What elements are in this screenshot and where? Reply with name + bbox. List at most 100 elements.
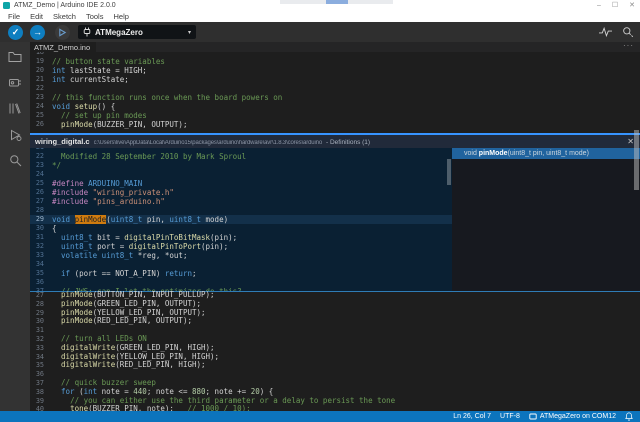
line-number: 25 — [30, 179, 52, 188]
upload-icon: → — [33, 27, 42, 37]
code-line[interactable]: 31 uint8_t bit = digitalPinToBitMask(pin… — [30, 233, 452, 242]
activity-bar — [0, 42, 30, 411]
window-title: ATMZ_Demo | Arduino IDE 2.0.0 — [14, 2, 116, 9]
menu-tools[interactable]: Tools — [81, 12, 109, 21]
maximize-button[interactable]: ☐ — [612, 0, 618, 11]
peek-code-pane[interactable]: 2122 Modified 28 September 2010 by Mark … — [30, 148, 452, 291]
code-line[interactable]: 30 pinMode(RED_LED_PIN, OUTPUT); — [30, 317, 640, 326]
menu-help[interactable]: Help — [108, 12, 133, 21]
serial-monitor-button[interactable] — [622, 26, 634, 38]
minimize-button[interactable]: – — [597, 0, 601, 11]
notifications-bell-icon[interactable] — [625, 412, 633, 421]
code-line[interactable]: 24 — [30, 170, 452, 179]
line-number: 29 — [30, 309, 52, 318]
menu-sketch[interactable]: Sketch — [48, 12, 81, 21]
line-number: 35 — [30, 361, 52, 370]
line-number: 28 — [30, 206, 52, 215]
line-number: 24 — [30, 102, 52, 111]
cursor-position[interactable]: Ln 26, Col 7 — [453, 413, 491, 420]
titlebar: ATMZ_Demo | Arduino IDE 2.0.0 – ☐ ✕ — [0, 0, 640, 11]
code-line[interactable]: 22 — [30, 84, 640, 93]
arduino-app-icon — [3, 2, 10, 9]
serial-plotter-button[interactable] — [599, 26, 612, 38]
code-line[interactable]: 29void pinMode(uint8_t pin, uint8_t mode… — [30, 215, 452, 224]
line-number: 26 — [30, 120, 52, 129]
peek-close-icon[interactable]: ✕ — [627, 136, 634, 147]
more-actions-icon[interactable]: ··· — [623, 41, 634, 51]
definition-post: (uint8_t pin, uint8_t mode) — [508, 150, 589, 157]
tab-atmz-demo[interactable]: ATMZ_Demo.ino — [30, 42, 96, 52]
code-line[interactable]: 27#include "pins_arduino.h" — [30, 197, 452, 206]
editor-scrollbar-thumb[interactable] — [634, 130, 639, 190]
code-line[interactable]: 23*/ — [30, 161, 452, 170]
verify-icon: ✓ — [12, 27, 20, 38]
encoding-indicator[interactable]: UTF-8 — [500, 413, 520, 420]
code-line[interactable]: 30{ — [30, 224, 452, 233]
sidebar-item-sketchbook[interactable] — [8, 49, 23, 64]
line-number: 35 — [30, 269, 52, 278]
code-line[interactable]: 35 digitalWrite(RED_LED_PIN, HIGH); — [30, 361, 640, 370]
chevron-down-icon: ▾ — [188, 29, 191, 36]
code-line[interactable]: 32 uint8_t port = digitalPinToPort(pin); — [30, 242, 452, 251]
debug-button[interactable] — [55, 25, 70, 40]
code-line[interactable]: 21int currentState; — [30, 75, 640, 84]
code-line[interactable]: 25 // set up pin modes — [30, 111, 640, 120]
line-number: 32 — [30, 335, 52, 344]
definition-match: pinMode — [479, 150, 508, 157]
code-line[interactable]: 33 volatile uint8_t *reg, *out; — [30, 251, 452, 260]
line-number: 22 — [30, 84, 52, 93]
menu-edit[interactable]: Edit — [25, 12, 48, 21]
upload-button[interactable]: → — [30, 25, 45, 40]
definition-pre: void — [464, 150, 479, 157]
line-number: 34 — [30, 353, 52, 362]
peek-scrollbar-thumb[interactable] — [447, 159, 451, 185]
board-port-label: ATMegaZero on COM12 — [540, 413, 616, 420]
line-number: 29 — [30, 215, 52, 224]
peek-header: wiring_digital.c c:\Users\live\AppData\L… — [30, 135, 640, 148]
sidebar-item-search[interactable] — [8, 153, 23, 168]
code-line[interactable]: 25#define ARDUINO_MAIN — [30, 179, 452, 188]
verify-button[interactable]: ✓ — [8, 25, 23, 40]
line-number: 38 — [30, 388, 52, 397]
code-line[interactable]: 24void setup() { — [30, 102, 640, 111]
code-line[interactable]: 19// button state variables — [30, 57, 640, 66]
line-number: 20 — [30, 66, 52, 75]
line-number: 28 — [30, 300, 52, 309]
code-line[interactable]: 34 — [30, 260, 452, 269]
peek-editor-lines: 2122 Modified 28 September 2010 by Mark … — [30, 148, 452, 291]
peek-title-meta: - Definitions (1) — [326, 139, 370, 146]
code-line[interactable]: 23// this function runs once when the bo… — [30, 93, 640, 102]
menu-file[interactable]: File — [3, 12, 25, 21]
line-number: 21 — [30, 75, 52, 84]
line-number: 19 — [30, 57, 52, 66]
line-number: 23 — [30, 161, 52, 170]
code-editor[interactable]: 1819// button state variables20int lastS… — [30, 52, 640, 411]
sidebar-item-boards-manager[interactable] — [8, 75, 23, 90]
board-selector-dropdown[interactable]: ATMegaZero ▾ — [78, 25, 196, 39]
code-line[interactable]: 26#include "wiring_private.h" — [30, 188, 452, 197]
line-number: 27 — [30, 197, 52, 206]
code-line[interactable]: 36 — [30, 278, 452, 287]
sidebar-item-debug[interactable] — [8, 127, 23, 142]
tab-bar: ATMZ_Demo.ino ··· — [30, 42, 640, 52]
line-number: 25 — [30, 111, 52, 120]
menubar: FileEditSketchToolsHelp — [0, 11, 640, 22]
code-line[interactable]: 20int lastState = HIGH; — [30, 66, 640, 75]
line-number: 31 — [30, 233, 52, 242]
board-port-indicator[interactable]: ATMegaZero on COM12 — [529, 413, 616, 420]
sidebar-item-library-manager[interactable] — [8, 101, 23, 116]
background-window-strip-highlight — [326, 0, 348, 4]
close-button[interactable]: ✕ — [629, 0, 635, 11]
definition-list-item[interactable]: void pinMode(uint8_t pin, uint8_t mode) — [452, 148, 640, 159]
peek-results-pane: void pinMode(uint8_t pin, uint8_t mode) — [452, 148, 640, 291]
code-line[interactable]: 28 — [30, 206, 452, 215]
peek-file-name: wiring_digital.c — [35, 137, 90, 146]
line-number: 24 — [30, 170, 52, 179]
code-line[interactable]: 35 if (port == NOT_A_PIN) return; — [30, 269, 452, 278]
line-number: 30 — [30, 224, 52, 233]
code-line[interactable]: 26 pinMode(BUZZER_PIN, OUTPUT); — [30, 120, 640, 129]
line-number: 26 — [30, 188, 52, 197]
line-number: 31 — [30, 326, 52, 335]
line-number: 27 — [30, 291, 52, 300]
code-line[interactable]: 22 Modified 28 September 2010 by Mark Sp… — [30, 152, 452, 161]
